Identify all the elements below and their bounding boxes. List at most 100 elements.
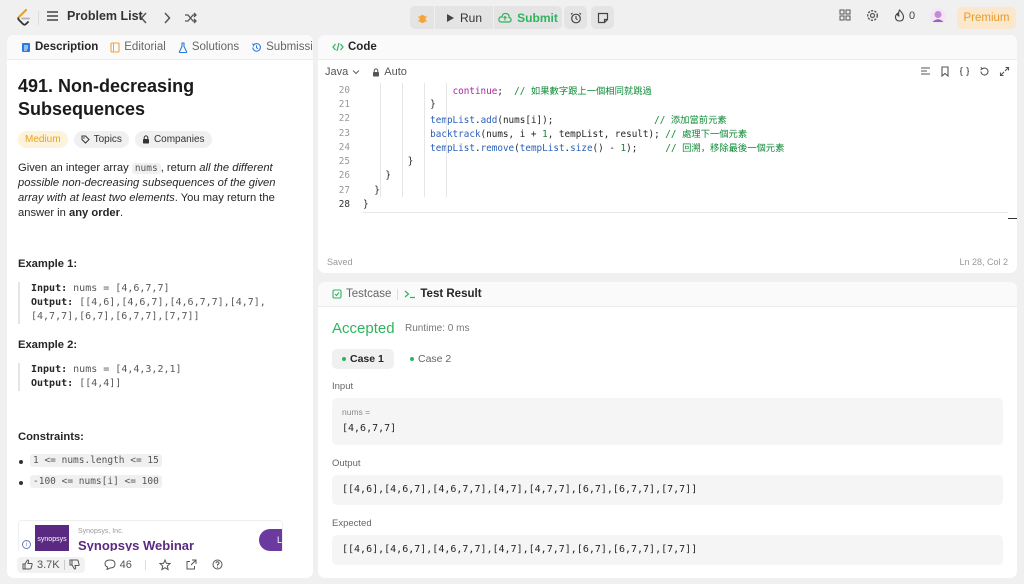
ad-logo: synopsys: [35, 525, 69, 553]
code-line[interactable]: 22 tempList.add(nums[i]); // 添加當前元素: [318, 112, 1017, 126]
submit-label: Submit: [517, 10, 558, 25]
code-line[interactable]: 24 tempList.remove(tempList.size() - 1);…: [318, 140, 1017, 155]
ad-cta-button[interactable]: L: [259, 529, 282, 551]
avatar[interactable]: [930, 8, 946, 24]
cloud-upload-icon: [498, 12, 512, 23]
code-token: }: [363, 199, 369, 211]
code-line[interactable]: 21 }: [318, 97, 1017, 111]
problem-description: Given an integer array nums, return all …: [18, 162, 276, 219]
streak-counter[interactable]: 0: [894, 9, 915, 22]
random-problem-button[interactable]: [181, 9, 199, 27]
comments-button[interactable]: 46: [104, 559, 132, 571]
line-number: 27: [338, 184, 350, 196]
code-token: // 如果數字跟上一個相同就跳過: [508, 86, 652, 98]
tab-editorial[interactable]: Editorial: [104, 35, 172, 60]
list-icon: [47, 11, 58, 21]
topics-chip[interactable]: Topics: [73, 131, 129, 148]
code-token: , tempList, result);: [547, 129, 666, 141]
tab-code[interactable]: Code: [326, 35, 383, 60]
topics-label: Topics: [93, 134, 122, 145]
star-icon[interactable]: [158, 558, 171, 571]
cursor-position: Ln 28, Col 2: [959, 257, 1008, 267]
run-label: Run: [459, 10, 482, 25]
list-item: -100 <= nums[i] <= 100: [18, 475, 302, 488]
example-2-block: Input: nums = [4,4,3,2,1] Output: [[4,4]…: [18, 363, 302, 391]
companies-chip[interactable]: Companies: [134, 131, 212, 148]
braces-icon[interactable]: [959, 66, 970, 77]
code-text: }: [363, 156, 414, 167]
premium-button[interactable]: Premium: [957, 7, 1016, 29]
case-2-tab[interactable]: Case 2: [400, 349, 461, 369]
share-icon[interactable]: [186, 559, 197, 570]
code-line[interactable]: 25 }: [318, 154, 1017, 168]
output-box[interactable]: [[4,6],[4,6,7],[4,6,7,7],[4,7],[4,7,7],[…: [332, 475, 1003, 505]
submit-button[interactable]: Submit: [494, 6, 562, 29]
scroll-marker: [1008, 218, 1017, 219]
leetcode-logo-icon[interactable]: [16, 9, 32, 27]
code-token: );: [626, 143, 643, 155]
code-line[interactable]: 23 backtrack(nums, i + 1, tempList, resu…: [318, 126, 1017, 141]
auto-mode-toggle[interactable]: Auto: [372, 66, 407, 78]
tab-solutions-label: Solutions: [191, 41, 240, 53]
problem-actions-bar: 3.7K 46: [7, 551, 313, 578]
input-value[interactable]: [4,6,7,7]: [342, 423, 993, 434]
code-token: tempList: [430, 114, 475, 126]
timer-button[interactable]: [564, 6, 587, 29]
expected-box[interactable]: [[4,6],[4,6,7],[4,6,7,7],[4,7],[4,7,7],[…: [332, 535, 1003, 565]
pass-dot-icon: [342, 357, 346, 361]
problem-title[interactable]: 491. Non-decreasing Subsequences: [18, 75, 278, 121]
tab-description[interactable]: Description: [15, 35, 104, 60]
debug-button[interactable]: [410, 6, 434, 29]
code-editor[interactable]: 20 continue; // 如果數字跟上一個相同就跳過 21 } 22 temp…: [318, 83, 1017, 212]
help-icon[interactable]: [212, 559, 223, 570]
avatar-icon: [930, 8, 946, 24]
problem-list-button[interactable]: Problem List: [46, 9, 143, 23]
tab-testcase[interactable]: Testcase: [326, 282, 397, 307]
tab-solutions[interactable]: Solutions: [172, 35, 245, 60]
example-1-block: Input: nums = [4,6,7,7] Output: [[4,6],[…: [18, 282, 302, 324]
code-token: }: [385, 170, 391, 182]
notes-button[interactable]: [591, 6, 614, 29]
settings-button[interactable]: [866, 9, 879, 22]
code-token: ;: [497, 86, 509, 98]
code-line[interactable]: 20 continue; // 如果數字跟上一個相同就跳過: [318, 83, 1017, 98]
tab-test-result[interactable]: Test Result: [398, 282, 487, 307]
code-text: }: [363, 185, 380, 196]
ad-company: Synopsys, Inc.: [78, 528, 124, 535]
code-line[interactable]: 26 }: [318, 169, 1017, 183]
code-line[interactable]: 28}: [318, 197, 1017, 211]
code-line[interactable]: 27 }: [318, 183, 1017, 197]
tab-submissions[interactable]: Submissions: [245, 35, 313, 60]
list-item: 1 <= nums.length <= 15: [18, 454, 302, 467]
example-1-title: Example 1:: [18, 258, 78, 270]
next-problem-button[interactable]: [158, 9, 176, 27]
tab-submissions-label: Submissions: [266, 41, 313, 53]
reset-icon[interactable]: [979, 66, 990, 77]
line-number: 20: [338, 84, 350, 96]
code-token: backtrack: [430, 129, 481, 141]
thumbs-up-icon[interactable]: [22, 559, 33, 570]
format-icon[interactable]: [920, 66, 931, 77]
prev-problem-button[interactable]: [135, 9, 153, 27]
thumbs-down-icon[interactable]: [69, 559, 80, 570]
bookmark-icon[interactable]: [940, 66, 950, 77]
sponsored-ad[interactable]: i synopsys Synopsys, Inc. Synopsys Webin…: [18, 520, 283, 554]
code-tabbar: Code: [318, 35, 1017, 60]
expand-icon[interactable]: [999, 66, 1010, 77]
layout-button[interactable]: [839, 9, 851, 21]
code-token: size: [570, 143, 593, 155]
indent-guide: [424, 83, 425, 198]
tab-test-result-label: Test Result: [420, 288, 482, 300]
code-token: continue: [452, 86, 498, 98]
case-2-label: Case 2: [418, 353, 452, 365]
description-panel: Description Editorial Solutions Submissi…: [7, 35, 313, 578]
info-icon[interactable]: i: [22, 540, 31, 549]
runtime-label: Runtime: 0 ms: [405, 323, 470, 334]
code-text: }: [363, 170, 391, 181]
language-select[interactable]: Java: [325, 66, 360, 78]
case-1-tab[interactable]: Case 1: [332, 349, 394, 369]
run-button[interactable]: Run: [435, 6, 493, 29]
